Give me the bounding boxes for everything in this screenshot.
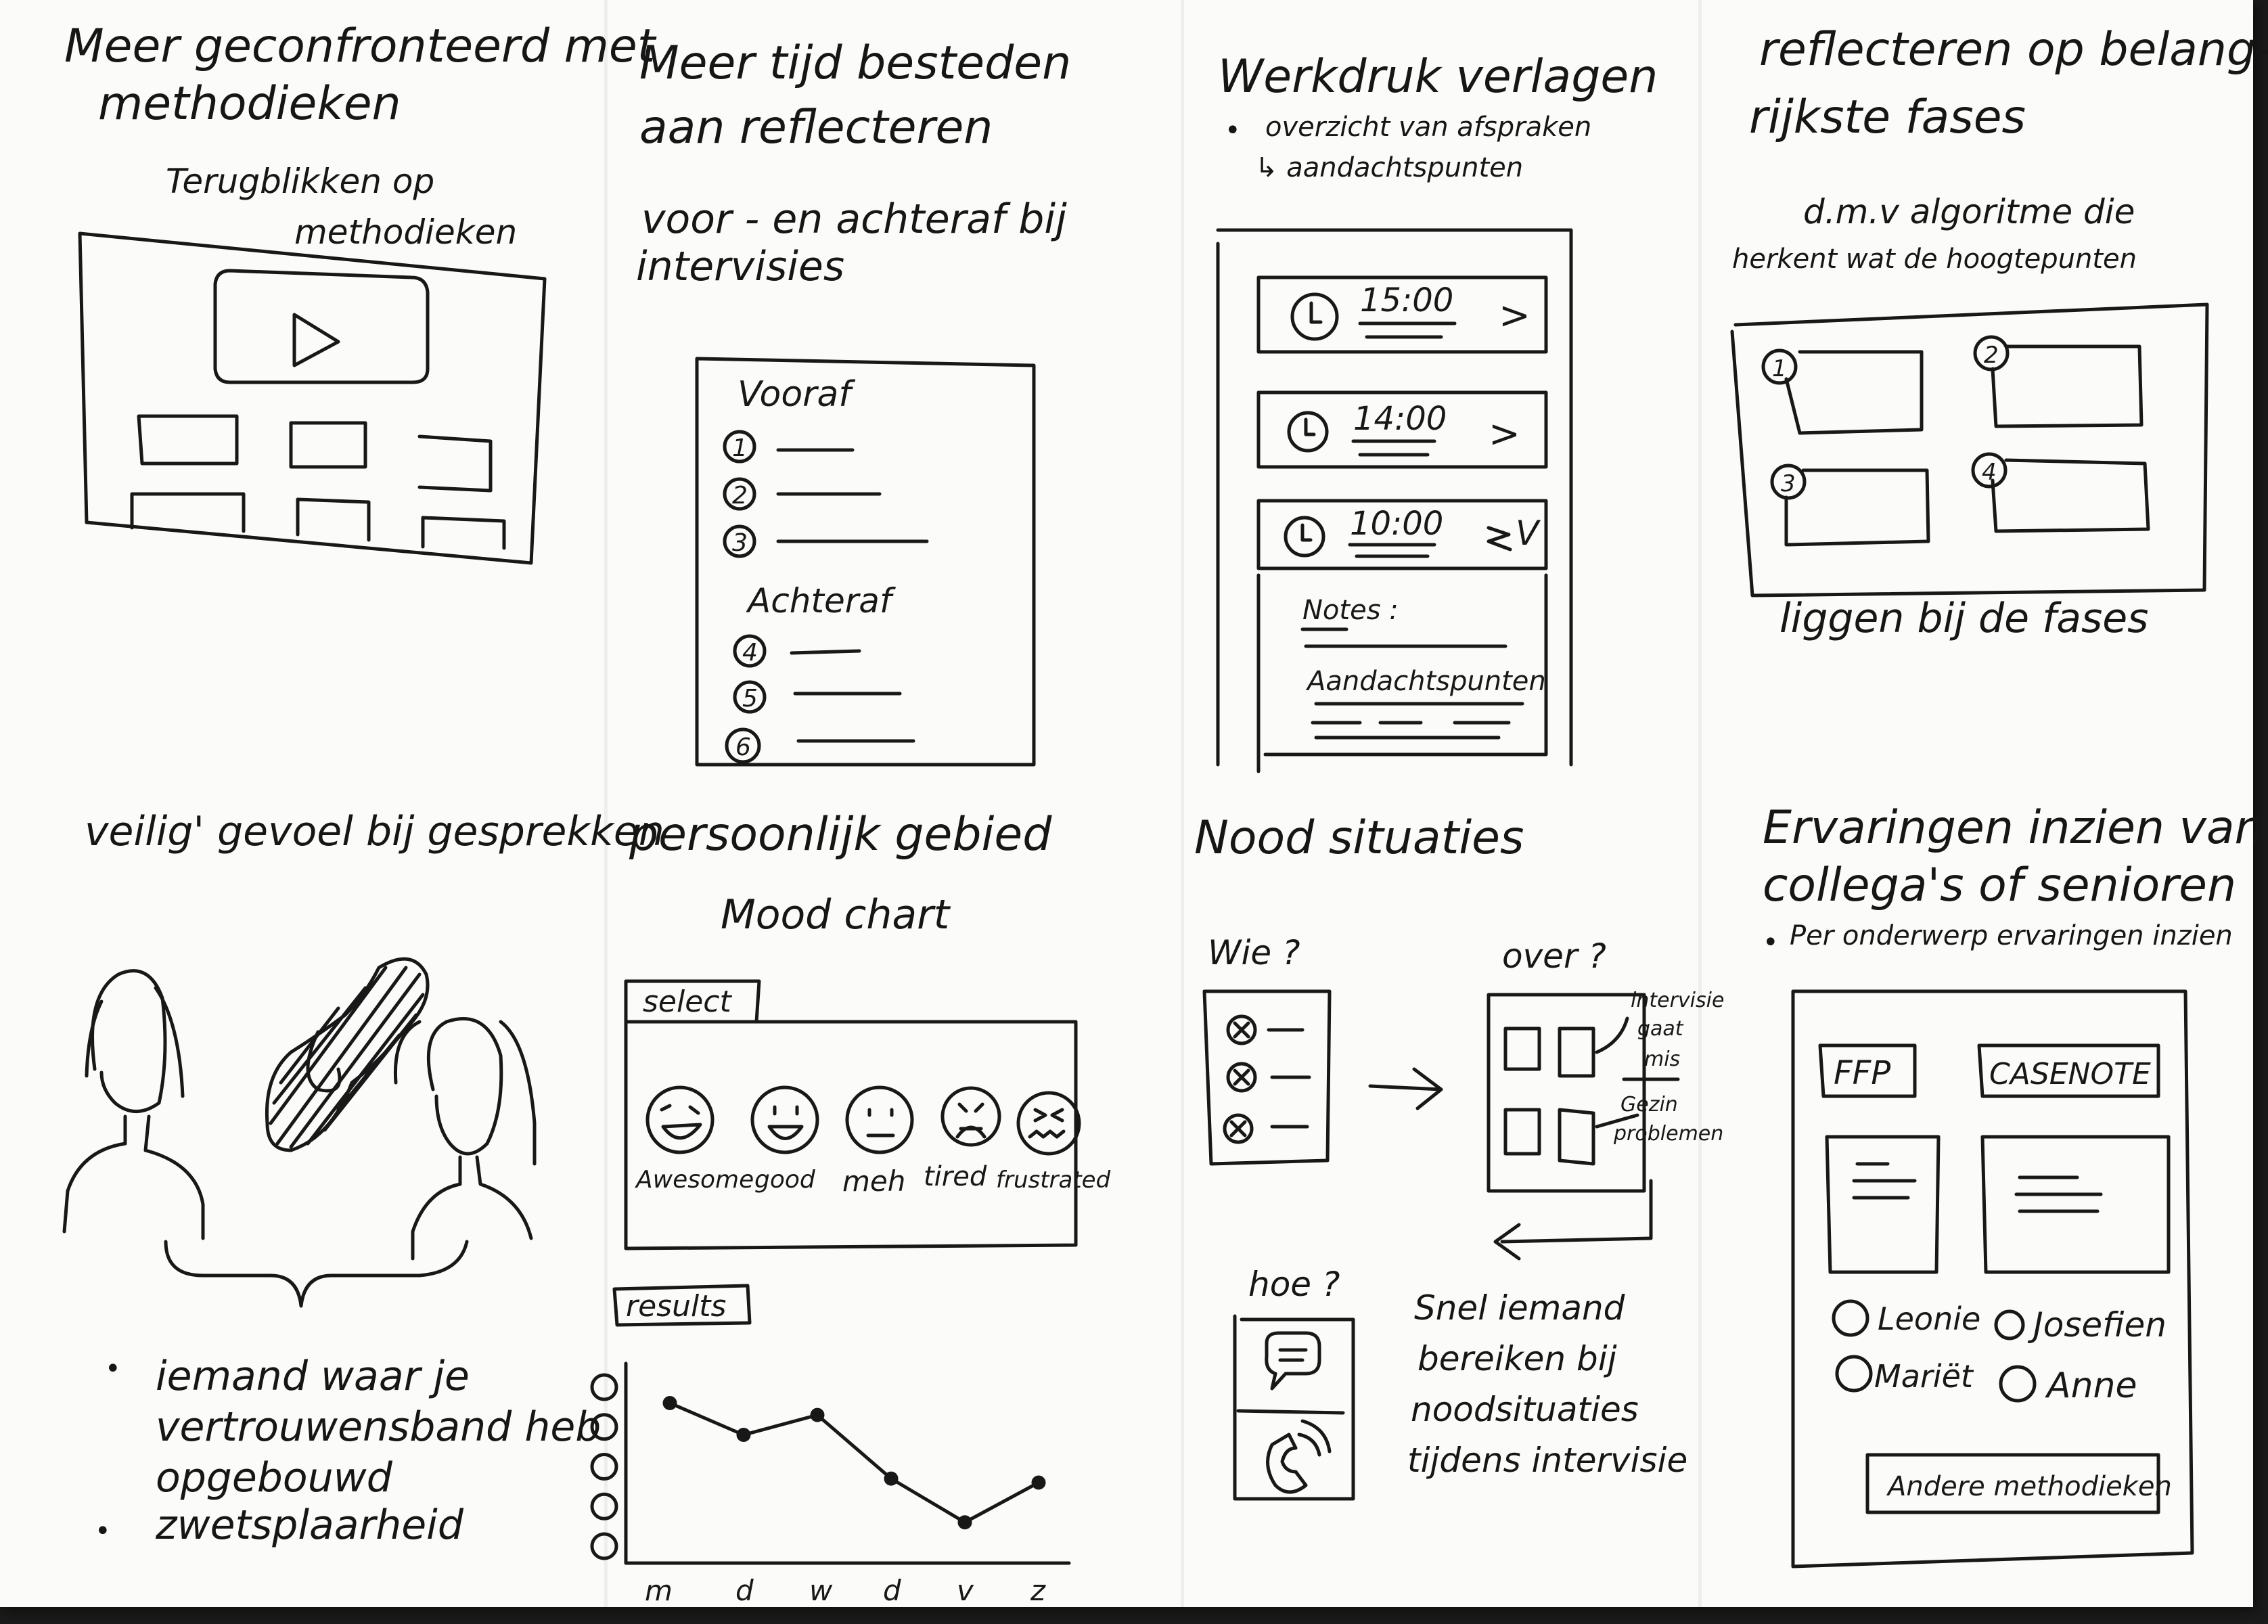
colleague-name: Josefien [2027, 1305, 2167, 1345]
tab-ffp[interactable]: FFP [1818, 1043, 1917, 1098]
sketch-paper: Meer geconfronteerd met methodieken Teru… [0, 0, 2268, 1607]
tab-ffp-label: FFP [1834, 1054, 1890, 1092]
colleague-name: Anne [2045, 1366, 2137, 1406]
experience-card [1825, 1135, 1941, 1274]
tab-casenote-label: CASENOTE [1989, 1057, 2151, 1091]
radio-button [1835, 1355, 1873, 1393]
p8-experiences-wireframe: FFP CASENOTE Leonie Josefien Mariët Anne… [1791, 989, 2194, 1569]
experience-card [1980, 1135, 2171, 1274]
radio-button [1999, 1365, 2037, 1403]
other-methods-label: Andere methodieken [1886, 1471, 2172, 1502]
tab-casenote[interactable]: CASENOTE [1977, 1043, 2160, 1098]
colleague-name: Leonie [1878, 1301, 1980, 1337]
radio-button [1994, 1309, 2025, 1340]
colleague-name: Mariët [1874, 1358, 1974, 1395]
other-methods-button[interactable]: Andere methodieken [1865, 1453, 2172, 1514]
radio-button [1832, 1299, 1869, 1337]
